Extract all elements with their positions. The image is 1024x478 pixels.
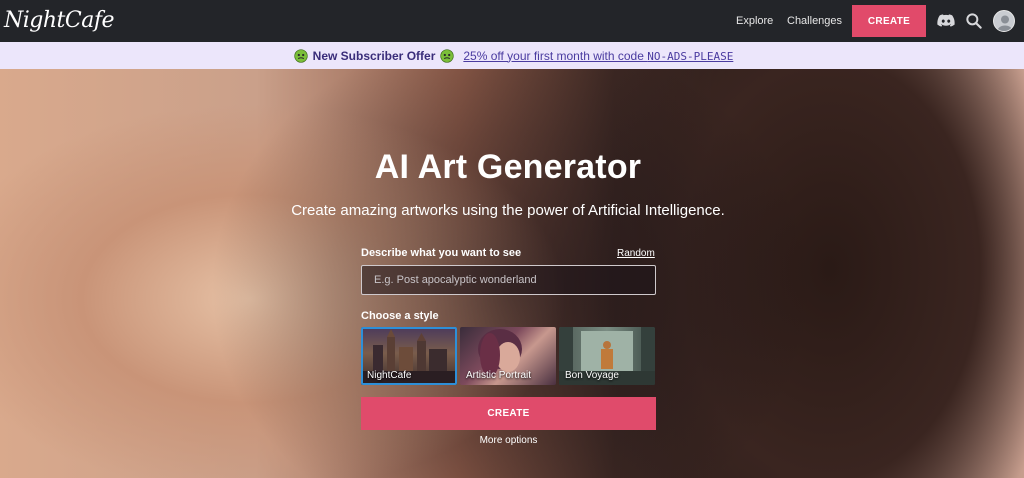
nightcafe-logo[interactable]: NightCafe [4, 6, 115, 36]
promo-title: New Subscriber Offer [312, 48, 436, 63]
promo-code: NO-ADS-PLEASE [647, 49, 734, 63]
style-card-nightcafe[interactable]: NightCafe [361, 327, 457, 385]
create-button[interactable]: CREATE [361, 397, 656, 430]
promo-banner: New Subscriber Offer 25% off your first … [0, 42, 1024, 69]
avatar-icon [997, 15, 1013, 31]
style-label-nightcafe: NightCafe [367, 370, 412, 381]
prompt-input[interactable] [361, 265, 656, 295]
style-picker: NightCafe Artistic Portrait Bon Voyage [361, 327, 657, 385]
user-avatar[interactable] [993, 10, 1015, 32]
promo-link-text: 25% off your first month with code [463, 48, 648, 63]
top-navbar: NightCafe Explore Challenges CREATE [0, 0, 1024, 42]
hero-section: AI Art Generator Create amazing artworks… [0, 69, 1024, 478]
style-label-artistic-portrait: Artistic Portrait [466, 370, 532, 381]
style-card-bon-voyage[interactable]: Bon Voyage [559, 327, 655, 385]
more-options-link[interactable]: More options [361, 435, 656, 446]
search-icon[interactable] [964, 11, 984, 31]
prompt-label: Describe what you want to see [361, 247, 522, 259]
style-card-artistic-portrait[interactable]: Artistic Portrait [460, 327, 556, 385]
style-label-bon-voyage: Bon Voyage [565, 370, 619, 381]
zombie-face-icon [294, 48, 308, 63]
nav-create-button[interactable]: CREATE [852, 5, 926, 37]
page-subtitle: Create amazing artworks using the power … [291, 202, 725, 219]
page-title: AI Art Generator [374, 148, 642, 186]
nav-explore-link[interactable]: Explore [736, 0, 773, 42]
random-prompt-link[interactable]: Random [617, 248, 655, 259]
promo-offer-link[interactable]: 25% off your first month with code NO-AD… [463, 49, 733, 63]
style-label: Choose a style [361, 310, 439, 322]
discord-icon[interactable] [936, 11, 956, 31]
zombie-face-icon [440, 48, 455, 63]
nav-challenges-link[interactable]: Challenges [787, 0, 842, 42]
